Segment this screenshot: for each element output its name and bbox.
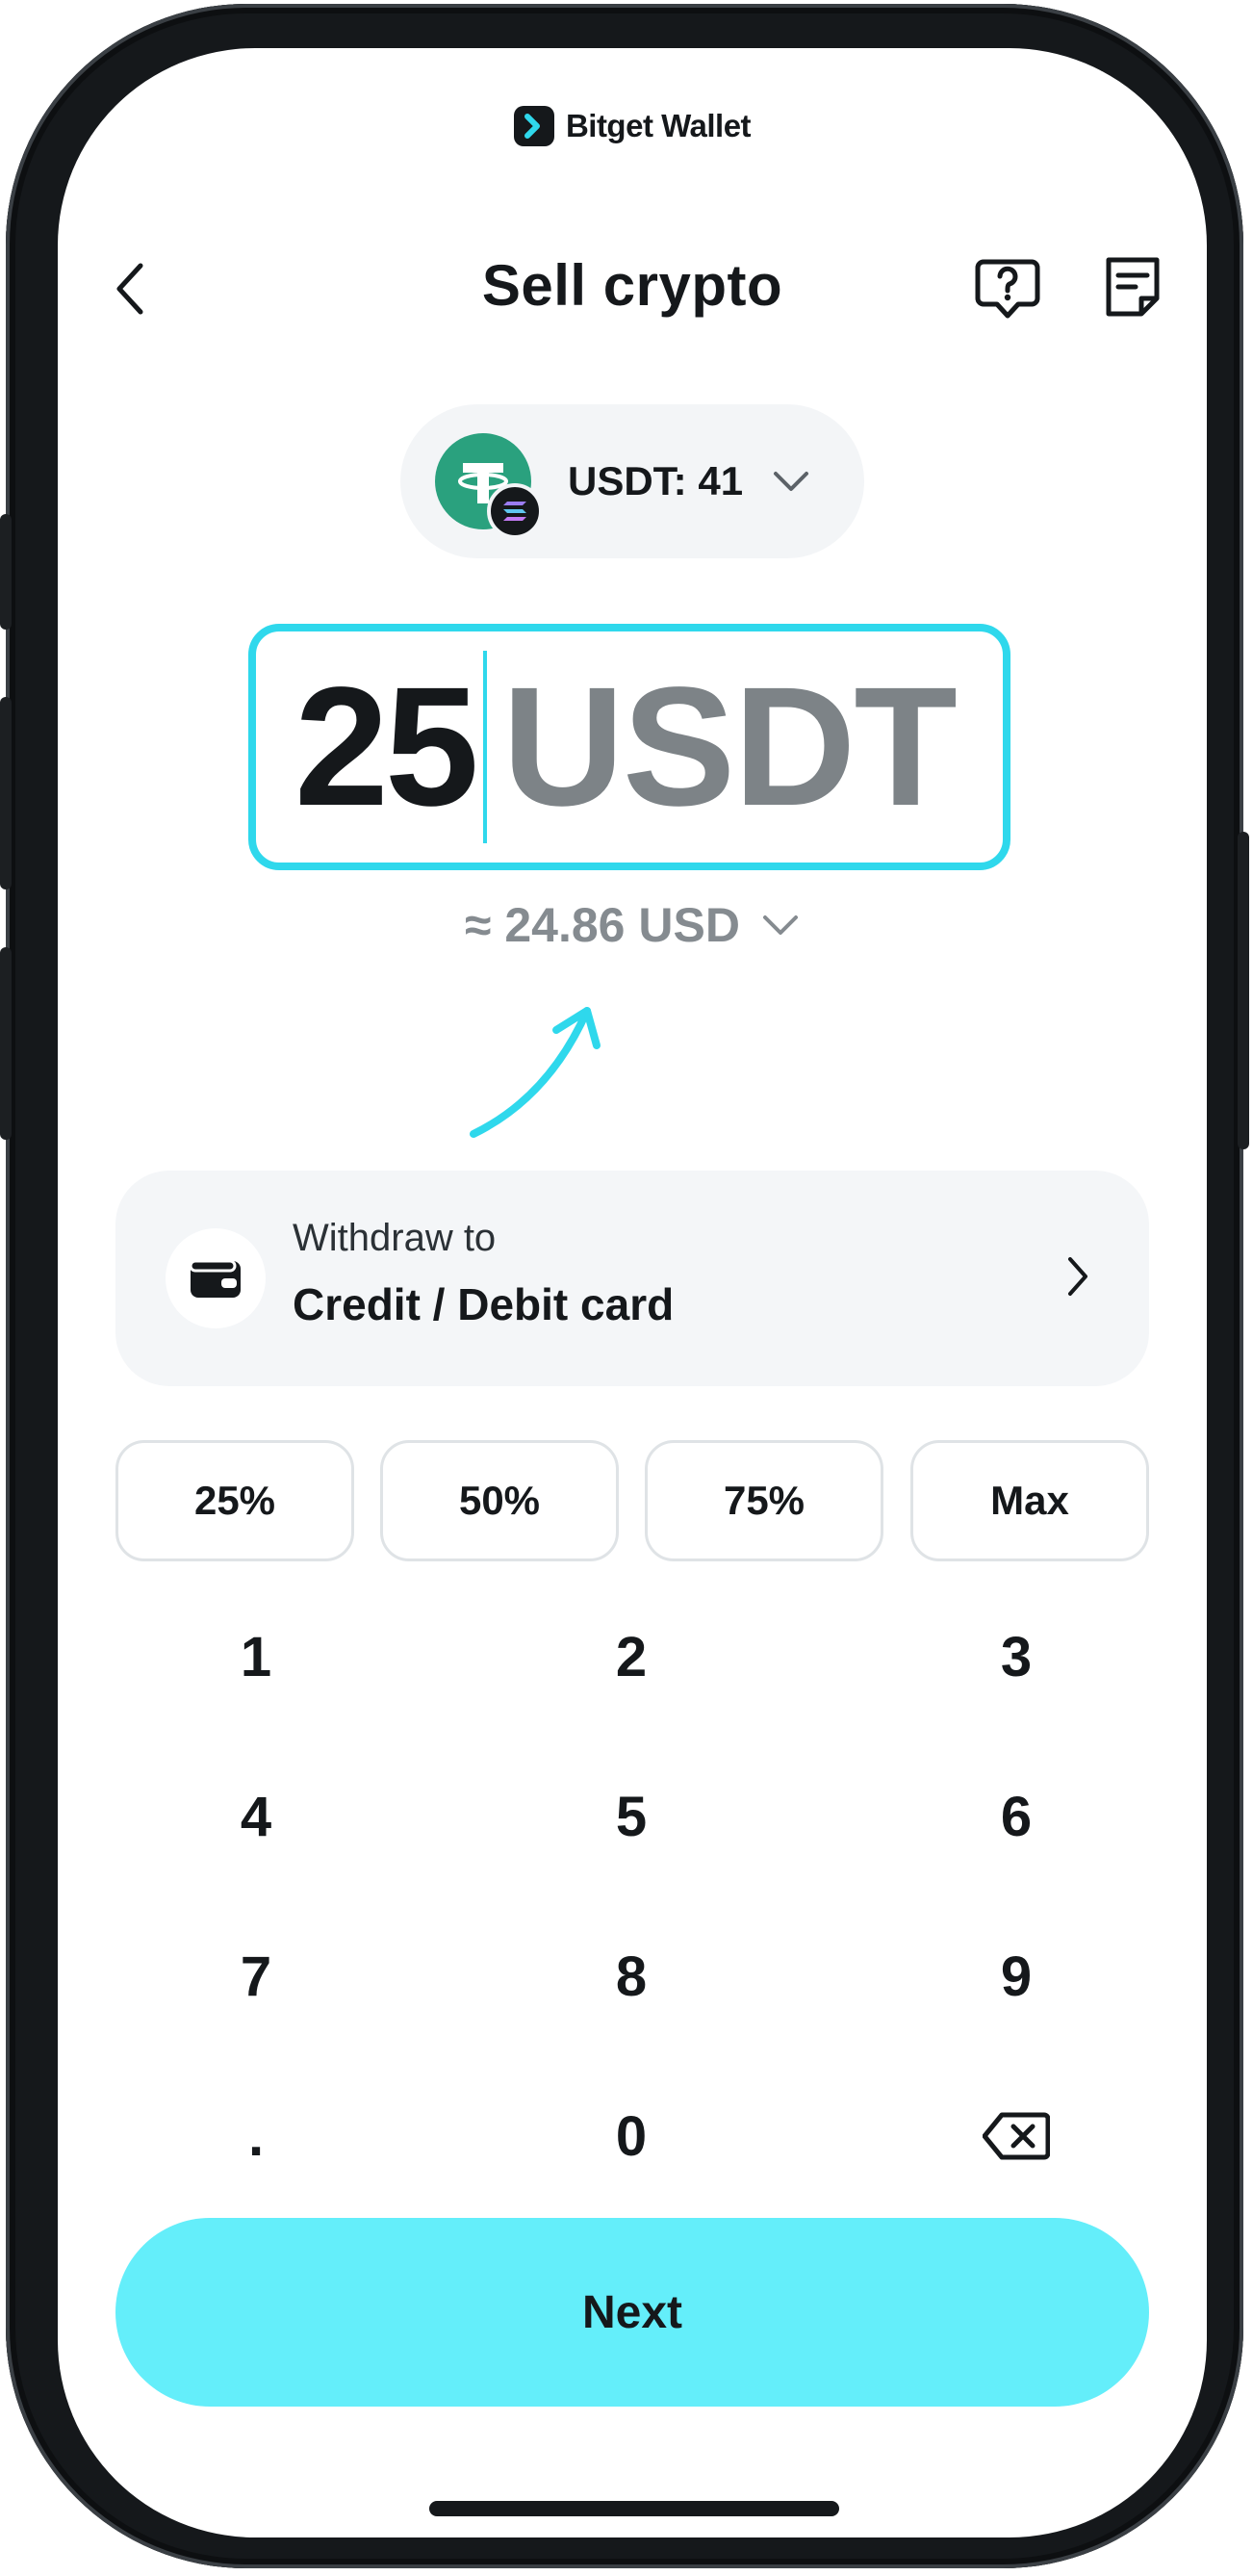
- solana-icon: [487, 483, 543, 539]
- percent-max-button[interactable]: Max: [910, 1440, 1149, 1561]
- phone-frame: Bitget Wallet Sell crypto USDT: 41 25 US…: [0, 4, 1249, 2568]
- token-balance-label: USDT: 41: [568, 458, 744, 503]
- text-caret: [482, 651, 487, 843]
- chevron-down-icon: [762, 915, 798, 935]
- keypad-key-0[interactable]: 0: [487, 2064, 776, 2208]
- keypad-key-7[interactable]: 7: [112, 1904, 400, 2048]
- chevron-right-icon: [1068, 1257, 1087, 1296]
- keypad-key-9[interactable]: 9: [872, 1904, 1161, 2048]
- bitget-logo-icon: [513, 106, 554, 146]
- keypad-key-4[interactable]: 4: [112, 1744, 400, 1889]
- document-list-icon: [1106, 257, 1160, 317]
- home-indicator[interactable]: [429, 2501, 839, 2516]
- withdraw-subtitle: Withdraw to: [293, 1217, 497, 1259]
- keypad-key-3[interactable]: 3: [872, 1584, 1161, 1729]
- volume-down-button: [0, 947, 12, 1140]
- keypad-key-decimal[interactable]: .: [112, 2064, 400, 2208]
- tether-icon: [435, 433, 543, 539]
- help-button[interactable]: [974, 254, 1041, 322]
- amount-value: 25: [294, 653, 479, 841]
- keypad-key-8[interactable]: 8: [487, 1904, 776, 2048]
- pointer-arrow-icon: [470, 1007, 601, 1138]
- amount-input[interactable]: 25 USDT: [248, 624, 1010, 870]
- keypad-key-6[interactable]: 6: [872, 1744, 1161, 1889]
- chevron-down-icon: [774, 472, 809, 491]
- backspace-icon: [983, 2112, 1050, 2160]
- side-button: [0, 514, 12, 630]
- withdraw-method-selector[interactable]: Withdraw to Credit / Debit card: [115, 1171, 1149, 1386]
- keypad-key-1[interactable]: 1: [112, 1584, 400, 1729]
- app-screen: Bitget Wallet Sell crypto USDT: 41 25 US…: [58, 48, 1207, 2537]
- token-selector[interactable]: USDT: 41: [400, 404, 864, 558]
- brand-header: Bitget Wallet: [58, 102, 1207, 150]
- power-button: [1238, 832, 1249, 1149]
- records-button[interactable]: [1099, 254, 1166, 322]
- keypad-backspace-key[interactable]: [872, 2064, 1161, 2208]
- amount-unit: USDT: [501, 653, 958, 841]
- question-chat-icon: [975, 259, 1040, 319]
- fiat-equivalent-selector[interactable]: ≈ 24.86 USD: [58, 897, 1207, 953]
- next-button[interactable]: Next: [115, 2218, 1149, 2407]
- wallet-icon: [166, 1228, 266, 1328]
- keypad-key-2[interactable]: 2: [487, 1584, 776, 1729]
- withdraw-method-label: Credit / Debit card: [293, 1279, 675, 1329]
- percent-50-button[interactable]: 50%: [380, 1440, 619, 1561]
- percent-25-button[interactable]: 25%: [115, 1440, 354, 1561]
- volume-up-button: [0, 697, 12, 889]
- fiat-equivalent-label: ≈ 24.86 USD: [465, 898, 740, 952]
- keypad-key-5[interactable]: 5: [487, 1744, 776, 1889]
- percent-75-button[interactable]: 75%: [645, 1440, 883, 1561]
- brand-name: Bitget Wallet: [565, 108, 752, 143]
